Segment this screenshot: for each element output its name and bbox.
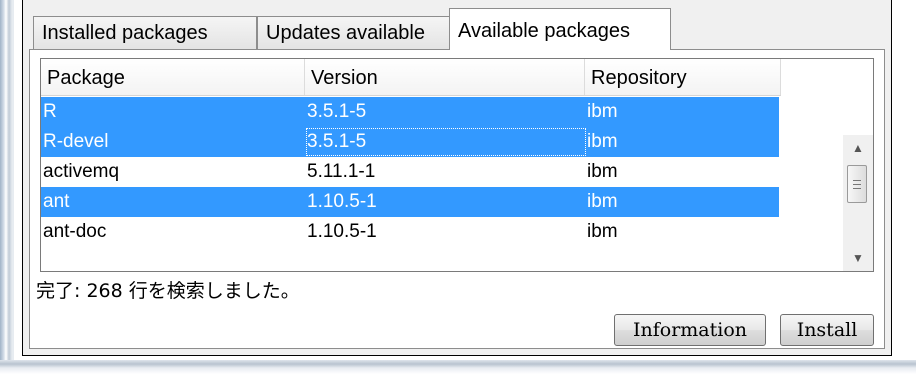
package-manager-dialog: Installed packages Updates available Ava… xyxy=(22,0,892,356)
list-header: Package Version Repository xyxy=(41,59,781,96)
tab-updates-available[interactable]: Updates available xyxy=(257,16,451,50)
table-row[interactable]: R-devel 3.5.1-5 ibm xyxy=(41,127,779,157)
cell-version: 1.10.5-1 xyxy=(307,221,377,242)
information-button[interactable]: Information xyxy=(614,314,766,346)
status-text: 完了: 268 行を検索しました。 xyxy=(36,280,300,302)
cell-repository: ibm xyxy=(587,161,618,182)
cell-package: ant xyxy=(43,191,70,212)
cell-repository: ibm xyxy=(587,221,618,242)
cell-version: 3.5.1-5 xyxy=(305,127,587,157)
cell-version: 5.11.1-1 xyxy=(307,161,376,182)
table-row[interactable]: activemq 5.11.1-1 ibm xyxy=(41,157,779,187)
install-button[interactable]: Install xyxy=(780,314,874,346)
table-row[interactable]: R 3.5.1-5 ibm xyxy=(41,97,779,127)
cell-package: R-devel xyxy=(43,131,109,152)
vertical-scrollbar[interactable]: ▲ ▼ xyxy=(843,135,873,271)
tab-available-packages[interactable]: Available packages xyxy=(449,8,671,50)
package-list[interactable]: Package Version Repository R 3.5.1-5 ibm… xyxy=(40,58,874,272)
scroll-thumb[interactable] xyxy=(847,165,867,203)
scroll-down-arrow-icon[interactable]: ▼ xyxy=(843,247,873,269)
cell-repository: ibm xyxy=(587,101,618,122)
table-row[interactable]: ant-doc 1.10.5-1 ibm xyxy=(41,217,779,247)
scroll-up-arrow-icon[interactable]: ▲ xyxy=(843,137,873,159)
column-header-package[interactable]: Package xyxy=(41,59,305,95)
cell-version: 1.10.5-1 xyxy=(307,191,377,212)
column-header-repository[interactable]: Repository xyxy=(585,59,781,95)
cell-package: activemq xyxy=(43,161,120,182)
window-frame-bottom xyxy=(0,360,916,374)
tab-installed-packages[interactable]: Installed packages xyxy=(33,16,257,50)
cell-repository: ibm xyxy=(587,191,618,212)
table-row[interactable]: ant 1.10.5-1 ibm xyxy=(41,187,779,217)
available-packages-page: Package Version Repository R 3.5.1-5 ibm… xyxy=(29,49,885,349)
cell-package: ant-doc xyxy=(43,221,107,242)
cell-version: 3.5.1-5 xyxy=(307,101,367,122)
cell-repository: ibm xyxy=(587,131,618,152)
window-frame-left xyxy=(0,0,14,374)
column-header-version[interactable]: Version xyxy=(305,59,585,95)
cell-package: R xyxy=(43,101,57,122)
